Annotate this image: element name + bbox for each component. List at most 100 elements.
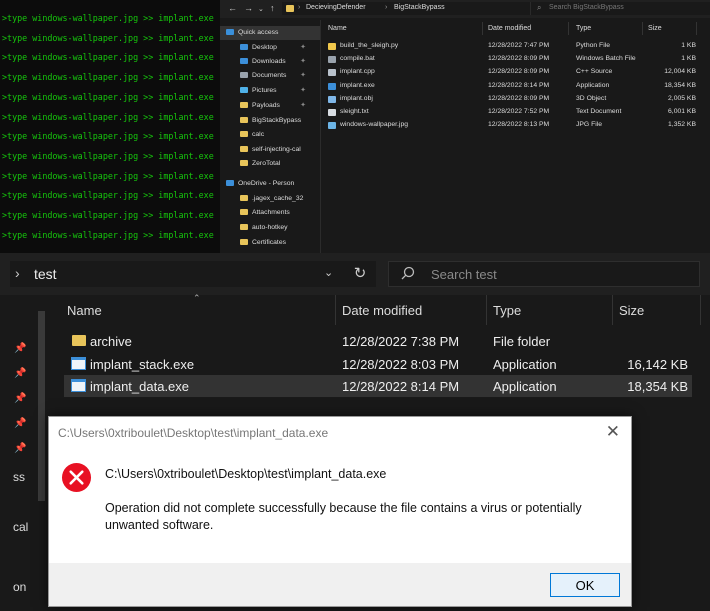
file-type: C++ Source <box>576 68 613 76</box>
terminal-window[interactable]: >type windows-wallpaper.jpg >> implant.e… <box>0 0 220 253</box>
column-divider <box>696 22 697 35</box>
sidebar-item-documents[interactable]: Documents ✦ <box>220 69 320 83</box>
sidebar-item-jagex-cache-32[interactable]: .jagex_cache_32 <box>220 192 320 206</box>
column-divider <box>335 295 336 325</box>
folder-icon <box>286 5 294 12</box>
pin-icon[interactable]: 📌 <box>14 418 26 429</box>
sidebar-label[interactable]: ss <box>13 470 25 484</box>
table-row[interactable]: implant.cpp 12/28/2022 8:09 PM C++ Source 1… <box>324 66 710 79</box>
pin-icon[interactable]: ✦ <box>300 86 306 94</box>
sidebar-item-downloads[interactable]: Downloads ✦ <box>220 55 320 69</box>
folder-icon <box>240 131 248 137</box>
3d-object-icon <box>328 95 336 103</box>
chevron-right-icon: › <box>15 265 20 281</box>
table-row[interactable]: implant.exe 12/28/2022 8:14 PM Application… <box>324 80 710 93</box>
search-placeholder: Search BigStackBypass <box>549 4 624 11</box>
sidebar-item-zerototal[interactable]: ZeroTotal <box>220 157 320 171</box>
table-row[interactable]: implant_stack.exe 12/28/2022 8:03 PM Appli… <box>64 353 692 375</box>
file-size: 18,354 KB <box>627 379 688 395</box>
sidebar-item-bigstackbypass[interactable]: BigStackBypass <box>220 114 320 128</box>
table-row[interactable]: windows-wallpaper.jpg 12/28/2022 8:13 PM J… <box>324 119 710 132</box>
column-header-date[interactable]: Date modified <box>488 25 531 32</box>
pin-icon[interactable]: ✦ <box>300 57 306 65</box>
pin-icon[interactable]: 📌 <box>14 343 26 354</box>
file-size: 1,352 KB <box>668 121 696 129</box>
column-header-date[interactable]: Date modified <box>342 303 422 318</box>
table-row[interactable]: archive 12/28/2022 7:38 PM File folder <box>64 330 692 352</box>
file-date: 12/28/2022 8:09 PM <box>488 94 550 102</box>
image-file-icon <box>328 122 336 130</box>
sidebar-item-payloads[interactable]: Payloads ✦ <box>220 99 320 113</box>
file-date: 12/28/2022 7:52 PM <box>488 108 550 115</box>
sidebar-item-certificates[interactable]: Certificates <box>220 236 320 250</box>
breadcrumb-item[interactable]: BigStackBypass <box>394 4 445 11</box>
table-row[interactable]: sleight.txt 12/28/2022 7:52 PM Text Docume… <box>324 106 710 119</box>
up-arrow-icon[interactable]: ↑ <box>270 3 275 13</box>
sidebar-item-quick-access[interactable]: Quick access <box>220 26 320 40</box>
table-row[interactable]: compile.bat 12/28/2022 8:09 PM Windows Bat… <box>324 53 710 66</box>
file-name: implant.exe <box>340 81 375 89</box>
terminal-line: >type windows-wallpaper.jpg >> implant.e… <box>2 131 214 142</box>
desktop-icon <box>240 44 248 50</box>
current-folder-path[interactable]: test <box>34 266 57 282</box>
chevron-down-icon[interactable]: ⌄ <box>324 266 333 279</box>
folder-icon <box>240 195 248 201</box>
file-type: Application <box>576 81 610 89</box>
close-icon[interactable]: ✕ <box>606 422 620 442</box>
column-header-name[interactable]: Name <box>328 25 347 32</box>
column-header-size[interactable]: Size <box>648 25 662 32</box>
file-type: Application <box>493 379 557 395</box>
top-search-input[interactable]: ⌕ Search BigStackBypass <box>530 2 710 15</box>
sidebar-scrollbar[interactable] <box>38 311 45 501</box>
sidebar-label[interactable]: cal <box>13 520 28 534</box>
pin-icon[interactable]: 📌 <box>14 443 26 454</box>
column-header-size[interactable]: Size <box>619 303 644 318</box>
column-header-name[interactable]: Name <box>67 303 102 318</box>
pin-icon[interactable]: 📌 <box>14 393 26 404</box>
forward-arrow-icon[interactable]: → <box>244 3 253 13</box>
table-row[interactable]: build_the_sleigh.py 12/28/2022 7:47 PM Pyt… <box>324 40 710 53</box>
file-type: File folder <box>493 334 551 349</box>
sidebar-item-onedrive-person[interactable]: OneDrive - Person <box>220 177 320 191</box>
column-header-type[interactable]: Type <box>576 25 591 32</box>
sidebar-item-desktop[interactable]: Desktop ✦ <box>220 41 320 55</box>
file-date: 12/28/2022 8:13 PM <box>488 121 550 129</box>
file-name: implant_data.exe <box>90 379 190 395</box>
folder-icon <box>240 160 248 166</box>
terminal-line: >type windows-wallpaper.jpg >> implant.e… <box>2 111 214 122</box>
breadcrumb-item[interactable]: DecievingDefender <box>306 4 366 11</box>
table-row[interactable]: implant_data.exe 12/28/2022 8:14 PM Applic… <box>64 375 692 398</box>
sidebar-item-calc[interactable]: calc <box>220 128 320 142</box>
sidebar-item-attachments[interactable]: Attachments <box>220 206 320 220</box>
pin-icon[interactable]: ✦ <box>300 71 306 79</box>
sidebar-item-label: BigStackBypass <box>252 117 302 124</box>
pin-icon[interactable]: ✦ <box>300 101 306 109</box>
pin-icon[interactable]: ✦ <box>300 43 306 51</box>
cloud-icon <box>226 180 234 186</box>
back-arrow-icon[interactable]: ← <box>228 3 237 13</box>
sidebar-item-self-injecting-cal[interactable]: self-injecting-cal <box>220 143 320 157</box>
sidebar-item-auto-hotkey[interactable]: auto-hotkey <box>220 221 320 235</box>
sidebar-item-label: OneDrive - Person <box>238 180 295 187</box>
sort-up-icon: ⌃ <box>193 293 201 303</box>
column-header-type[interactable]: Type <box>493 303 521 318</box>
sidebar-item-pictures[interactable]: Pictures ✦ <box>220 84 320 98</box>
column-divider <box>486 295 487 325</box>
top-path-box[interactable]: › DecievingDefender › BigStackBypass <box>282 2 532 15</box>
pin-icon[interactable]: 📌 <box>14 368 26 379</box>
ok-button[interactable]: OK <box>550 573 620 597</box>
recent-chevron-icon[interactable]: ⌄ <box>258 5 264 13</box>
sidebar-label[interactable]: on <box>13 580 26 594</box>
dialog-titlebar[interactable]: C:\Users\0xtriboulet\Desktop\test\implan… <box>49 417 631 449</box>
file-name: implant.obj <box>340 94 373 102</box>
terminal-line: >type windows-wallpaper.jpg >> implant.e… <box>2 32 214 43</box>
folder-icon <box>72 335 86 346</box>
folder-icon <box>240 209 248 215</box>
bottom-search-input[interactable]: Search test <box>388 261 700 287</box>
terminal-line: >type windows-wallpaper.jpg >> implant.e… <box>2 52 214 63</box>
file-name: windows-wallpaper.jpg <box>340 121 409 129</box>
table-row[interactable]: implant.obj 12/28/2022 8:09 PM 3D Object 2,… <box>324 93 710 106</box>
bottom-path-box[interactable]: › test ⌄ <box>10 261 376 287</box>
refresh-icon[interactable]: ↻ <box>344 261 376 287</box>
sidebar-item-label: ZeroTotal <box>252 160 281 167</box>
